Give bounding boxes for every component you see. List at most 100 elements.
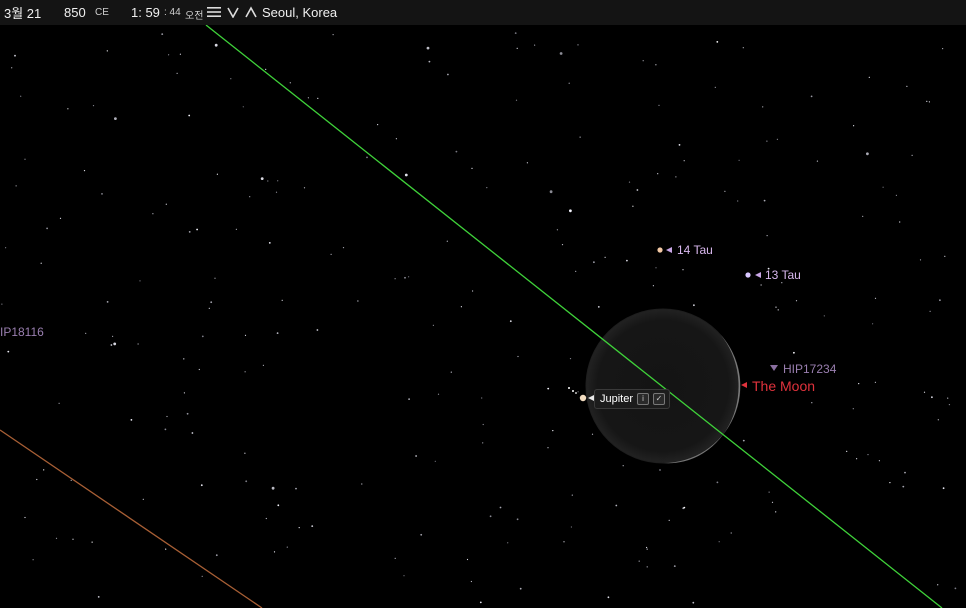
jupiter-planet[interactable] [579, 394, 587, 402]
background-star [36, 478, 38, 481]
seconds-display: : 44 [164, 7, 181, 18]
background-star [889, 482, 891, 484]
background-star [942, 487, 945, 490]
background-star [332, 34, 334, 36]
year-display[interactable]: 850 [64, 5, 86, 20]
background-star [928, 101, 931, 103]
background-star [152, 213, 154, 215]
background-star [902, 485, 905, 488]
background-star [92, 105, 95, 107]
star-13-tau[interactable] [745, 272, 751, 278]
background-star [265, 517, 267, 520]
label-14-tau[interactable]: 14 Tau [677, 243, 713, 257]
background-star [568, 82, 570, 84]
background-star [638, 560, 640, 562]
background-star [942, 48, 944, 50]
background-star [781, 282, 783, 284]
background-star [394, 278, 396, 280]
background-star [714, 86, 716, 88]
background-star [210, 301, 213, 304]
label-hip18116[interactable]: IP18116 [0, 325, 44, 339]
moon[interactable] [585, 308, 741, 464]
location-display[interactable]: Seoul, Korea [262, 5, 337, 20]
label-hip17234[interactable]: HIP17234 [783, 362, 836, 376]
background-star [196, 228, 199, 231]
background-star [188, 231, 191, 233]
jupiter-moon-1 [568, 387, 570, 389]
background-star [811, 402, 813, 404]
background-star [742, 439, 745, 442]
background-star [515, 99, 518, 101]
background-star [569, 358, 572, 360]
background-star [646, 566, 648, 568]
background-star [563, 541, 565, 543]
date-display[interactable]: 3월 21 [4, 3, 41, 22]
background-star [24, 158, 26, 160]
background-star [403, 575, 405, 577]
background-star [59, 217, 62, 219]
background-star [242, 106, 244, 108]
background-star [277, 504, 280, 507]
background-star [547, 447, 549, 449]
background-star [622, 465, 624, 467]
jupiter-label-card[interactable]: Jupiter i ✓ [594, 389, 671, 409]
pointer-hip17234 [770, 365, 778, 371]
background-star [655, 267, 657, 269]
background-star [937, 584, 939, 586]
background-star [200, 484, 203, 487]
background-star [571, 494, 573, 496]
background-star [394, 557, 396, 560]
time-display[interactable]: 1: 59 [131, 5, 160, 20]
background-star [214, 277, 216, 279]
background-star [408, 276, 410, 278]
pointer-13-tau [755, 272, 761, 278]
background-star [183, 392, 185, 394]
background-star [183, 358, 185, 360]
background-star [628, 181, 631, 183]
star-14-tau[interactable] [657, 247, 663, 253]
background-star [482, 442, 484, 444]
background-star [83, 170, 86, 172]
background-star [14, 54, 16, 57]
background-star [632, 205, 634, 207]
background-star [738, 159, 740, 161]
background-star [32, 559, 34, 561]
background-star [607, 596, 610, 599]
menu-icon[interactable] [207, 6, 221, 18]
background-star [673, 565, 676, 567]
background-star [244, 371, 246, 373]
background-star [137, 343, 139, 345]
background-star [766, 140, 768, 142]
label-13-tau[interactable]: 13 Tau [765, 268, 801, 282]
background-star [215, 554, 218, 557]
background-star [265, 68, 267, 70]
background-star [201, 335, 204, 338]
chevron-down-icon[interactable] [227, 6, 239, 19]
background-star [693, 304, 695, 307]
background-star [737, 200, 739, 202]
background-star [298, 527, 300, 529]
background-star [816, 160, 819, 162]
background-star [604, 256, 606, 258]
chevron-up-icon[interactable] [245, 6, 257, 18]
background-star [455, 150, 458, 153]
background-star [72, 538, 74, 540]
background-star [97, 596, 100, 598]
background-star [295, 487, 297, 490]
info-icon[interactable]: i [637, 393, 650, 405]
label-the-moon[interactable]: The Moon [752, 378, 815, 394]
background-star [810, 95, 813, 98]
sky-view[interactable] [0, 0, 966, 608]
background-star [678, 144, 681, 146]
checkbox-icon[interactable]: ✓ [653, 393, 666, 405]
background-star [626, 259, 628, 262]
background-star [281, 299, 283, 301]
background-star [858, 383, 860, 385]
background-star [43, 469, 45, 471]
background-star [316, 329, 319, 331]
background-star [556, 229, 559, 231]
background-star [426, 46, 430, 50]
background-star [904, 471, 906, 474]
background-star [330, 253, 332, 255]
background-star [579, 136, 581, 138]
